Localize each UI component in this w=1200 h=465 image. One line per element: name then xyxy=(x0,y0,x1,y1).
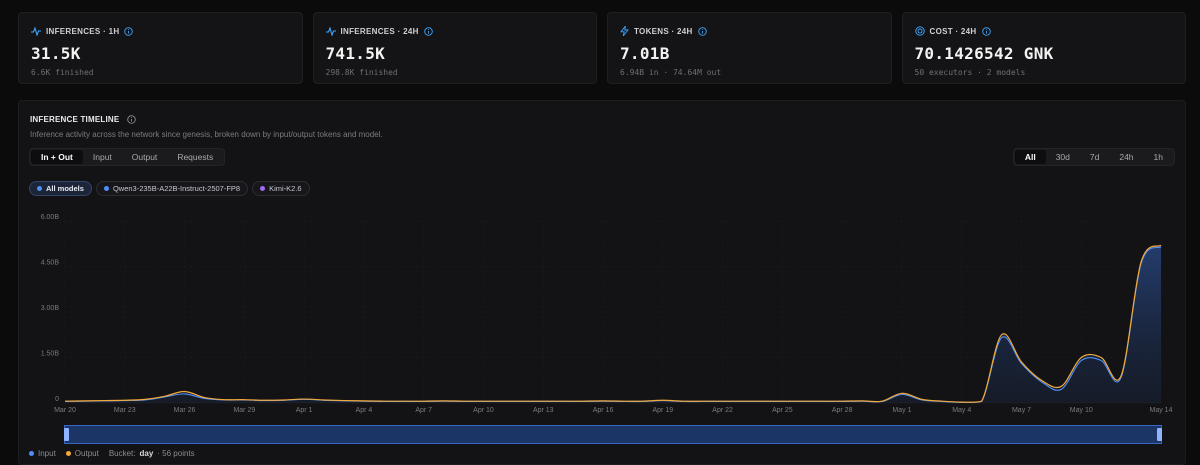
legend-item-input: Input xyxy=(29,449,56,458)
model-chip-kimi[interactable]: Kimi-K2.6 xyxy=(252,181,310,196)
stat-sub: 6.6K finished xyxy=(31,68,94,77)
model-chip-label: Qwen3-235B-A22B-Instruct-2507-FP8 xyxy=(112,184,241,193)
model-chip-label: All models xyxy=(46,184,84,193)
bucket-label: Bucket: xyxy=(108,449,136,458)
brush-handle-right[interactable] xyxy=(1157,428,1162,441)
info-icon[interactable] xyxy=(127,115,137,124)
stat-sub: 50 executors · 2 models xyxy=(914,68,1026,77)
x-tick-label: May 14 xyxy=(1150,407,1173,414)
tab-input[interactable]: Input xyxy=(83,150,122,164)
x-tick-label: Apr 19 xyxy=(653,407,674,414)
lightning-icon xyxy=(620,26,629,36)
legend-dot-output xyxy=(65,451,71,456)
area-fill-total xyxy=(65,245,1161,403)
stat-sub: 6.94B in · 74.64M out xyxy=(620,68,722,77)
stat-card-cost-24h: COST · 24H 70.1426542 GNK 50 executors ·… xyxy=(901,12,1186,84)
stat-card-inferences-24h: INFERENCES · 24H 741.5K 298.8K finished xyxy=(312,12,597,84)
tab-requests[interactable]: Requests xyxy=(167,150,223,164)
y-tick-label: 1.50B xyxy=(41,351,60,358)
model-dot xyxy=(260,186,266,191)
range-1h[interactable]: 1h xyxy=(1144,150,1173,164)
info-icon[interactable] xyxy=(697,26,707,36)
tab-output[interactable]: Output xyxy=(122,150,168,164)
x-tick-label: Mar 23 xyxy=(114,407,136,414)
x-tick-label: Apr 22 xyxy=(712,407,733,414)
x-tick-label: Mar 29 xyxy=(233,407,255,414)
model-dot xyxy=(103,186,109,191)
stat-label: TOKENS · 24H xyxy=(634,26,693,36)
x-tick-label: May 7 xyxy=(1012,407,1031,414)
info-icon[interactable] xyxy=(981,26,991,36)
x-tick-label: May 1 xyxy=(892,407,911,414)
info-icon[interactable] xyxy=(124,26,134,36)
stat-sub: 298.8K finished xyxy=(325,68,398,77)
x-tick-label: Mar 20 xyxy=(54,407,76,414)
stat-value: 7.01B xyxy=(620,44,670,63)
panel-title-text: INFERENCE TIMELINE xyxy=(30,115,120,124)
model-chip-label: Kimi-K2.6 xyxy=(269,184,302,193)
legend-item-output: Output xyxy=(65,449,99,458)
range-brush[interactable] xyxy=(64,425,1162,444)
points-count: · 56 points xyxy=(157,449,195,458)
stat-label: INFERENCES · 24H xyxy=(340,26,419,36)
stat-value: 31.5K xyxy=(31,44,81,63)
x-tick-label: May 10 xyxy=(1070,407,1093,414)
stats-row: INFERENCES · 1H 31.5K 6.6K finished INFE… xyxy=(18,12,1186,84)
pulse-icon xyxy=(31,26,41,36)
x-tick-label: Apr 16 xyxy=(593,407,614,414)
stat-header: INFERENCES · 1H xyxy=(31,25,290,37)
pulse-icon xyxy=(325,26,336,36)
stat-label: COST · 24H xyxy=(929,26,977,36)
x-tick-label: Apr 7 xyxy=(415,407,432,414)
panel-description: Inference activity across the network si… xyxy=(30,130,383,139)
x-tick-label: Mar 26 xyxy=(174,407,196,414)
chart-legend: Input Output Bucket: day · 56 points xyxy=(29,449,195,458)
stat-label: INFERENCES · 1H xyxy=(46,26,120,36)
range-tabs: All 30d 7d 24h 1h xyxy=(1012,148,1175,166)
x-tick-label: Apr 4 xyxy=(356,407,373,414)
stat-header: INFERENCES · 24H xyxy=(325,25,585,37)
range-30d[interactable]: 30d xyxy=(1046,150,1080,164)
y-tick-label: 0 xyxy=(55,396,59,403)
stat-card-tokens-24h: TOKENS · 24H 7.01B 6.94B in · 74.64M out xyxy=(607,12,892,84)
metric-tabs: In + Out Input Output Requests xyxy=(29,148,226,166)
stat-header: COST · 24H xyxy=(914,25,1174,37)
stat-header: TOKENS · 24H xyxy=(620,25,879,37)
x-tick-label: Apr 1 xyxy=(296,407,313,414)
stat-card-inferences-1h: INFERENCES · 1H 31.5K 6.6K finished xyxy=(18,12,303,84)
stat-value: 70.1426542 GNK xyxy=(914,44,1054,63)
legend-label-input: Input xyxy=(38,449,56,458)
stat-value: 741.5K xyxy=(325,44,386,63)
coin-icon xyxy=(914,26,925,36)
model-filter: All models Qwen3-235B-A22B-Instruct-2507… xyxy=(29,181,310,196)
info-icon[interactable] xyxy=(423,26,433,36)
model-chip-qwen[interactable]: Qwen3-235B-A22B-Instruct-2507-FP8 xyxy=(95,181,249,196)
timeline-chart[interactable]: 0 1.50B 3.00B 4.50B 6.00B Mar 20 Mar 23 Mar 26 M… xyxy=(19,206,1185,418)
panel-title: INFERENCE TIMELINE xyxy=(30,115,137,124)
inference-timeline-panel: INFERENCE TIMELINE Inference activity ac… xyxy=(18,100,1186,465)
legend-label-output: Output xyxy=(74,449,99,458)
y-tick-label: 4.50B xyxy=(41,260,60,267)
y-tick-label: 6.00B xyxy=(41,214,60,221)
x-tick-label: Apr 28 xyxy=(832,407,853,414)
range-24h[interactable]: 24h xyxy=(1109,150,1143,164)
x-tick-label: Apr 13 xyxy=(533,407,554,414)
brush-handle-left[interactable] xyxy=(64,428,69,441)
tab-in-out[interactable]: In + Out xyxy=(31,150,83,164)
model-dot xyxy=(37,186,42,191)
legend-dot-input xyxy=(29,451,34,456)
range-all[interactable]: All xyxy=(1014,150,1046,164)
y-tick-label: 3.00B xyxy=(41,305,60,312)
model-chip-all[interactable]: All models xyxy=(29,181,92,196)
bucket-value: day xyxy=(139,449,154,458)
x-tick-label: Apr 10 xyxy=(473,407,494,414)
x-tick-label: Apr 25 xyxy=(772,407,793,414)
range-7d[interactable]: 7d xyxy=(1080,150,1109,164)
x-tick-label: May 4 xyxy=(952,407,971,414)
